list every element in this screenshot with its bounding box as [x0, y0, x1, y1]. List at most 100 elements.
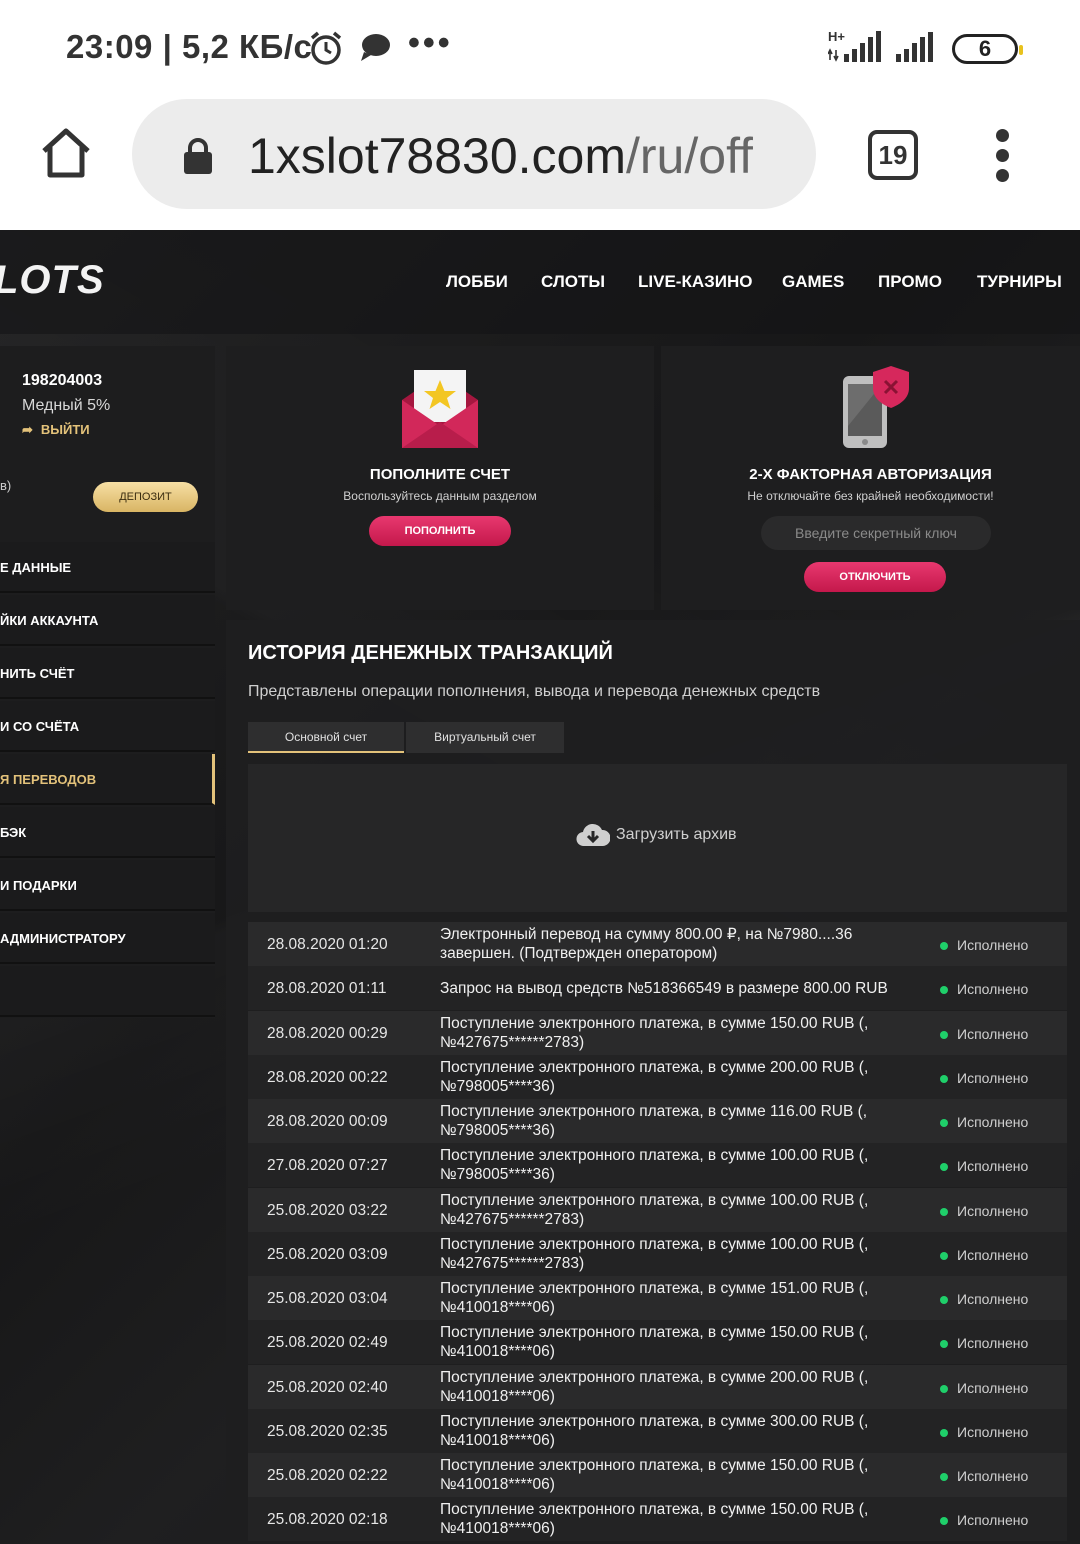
url-text[interactable]: 1xslot78830.com/ru/off	[248, 127, 753, 185]
row-date: 28.08.2020 00:09	[267, 1113, 388, 1130]
two-factor-title: 2-Х ФАКТОРНАЯ АВТОРИЗАЦИЯ	[749, 466, 992, 483]
row-date: 25.08.2020 02:22	[267, 1467, 388, 1484]
tab-virtual-account[interactable]: Виртуальный счет	[406, 722, 564, 753]
transaction-history-panel: ИСТОРИЯ ДЕНЕЖНЫХ ТРАНЗАКЦИЙ Представлены…	[226, 620, 1080, 1544]
sidebar-item-bonuses-gifts[interactable]: И ПОДАРКИ	[0, 860, 215, 911]
sidebar-item-contact-admin[interactable]: АДМИНИСТРАТОРУ	[0, 913, 215, 964]
envelope-star-icon	[402, 370, 478, 448]
table-row: 25.08.2020 02:18 Поступление электронного…	[248, 1497, 1067, 1542]
battery-icon: 6	[952, 34, 1023, 64]
row-date: 25.08.2020 02:35	[267, 1422, 388, 1440]
alarm-icon	[310, 31, 342, 65]
row-date: 28.08.2020 01:20	[267, 936, 388, 953]
browser-menu-icon[interactable]	[996, 129, 1010, 189]
two-factor-subtitle: Не отключайте без крайней необходимости!	[747, 489, 994, 503]
sidebar-item-transfer-history[interactable]: Я ПЕРЕВОДОВ	[0, 754, 215, 805]
status-dot-icon	[940, 1251, 948, 1260]
status-dot-icon	[940, 1384, 948, 1393]
row-status: Исполнено	[957, 981, 1029, 998]
status-dot-icon	[940, 1207, 948, 1216]
user-id: 198204003	[22, 372, 103, 389]
secret-key-input[interactable]	[761, 516, 991, 550]
status-bar: 23:09 | 5,2 КБ/с ••• H+ 6	[0, 0, 1080, 95]
table-row: 28.08.2020 00:29 Поступление электронного…	[248, 1010, 1067, 1055]
nav-slots[interactable]: СЛОТЫ	[541, 272, 605, 292]
table-row: 25.08.2020 03:04 Поступление электронного…	[248, 1276, 1067, 1320]
logout-link[interactable]: ➦ ВЫЙТИ	[22, 422, 90, 438]
table-row: 25.08.2020 03:22 Поступление электронного…	[248, 1187, 1067, 1232]
balance-fragment: в)	[0, 478, 12, 493]
row-description: Поступление электронного платежа, в сумм…	[440, 1058, 869, 1095]
table-row: 28.08.2020 01:11 Запрос на вывод средств …	[248, 966, 1067, 1011]
browser-toolbar: 1xslot78830.com/ru/off 19	[0, 95, 1080, 230]
nav-games[interactable]: GAMES	[782, 272, 844, 292]
lock-icon	[184, 138, 212, 174]
user-level: Медный 5%	[22, 397, 111, 414]
url-domain: 1xslot78830.com	[248, 128, 627, 184]
row-status: Исполнено	[957, 1291, 1029, 1307]
archive-label: Загрузить архив	[616, 826, 737, 844]
row-status: Исполнено	[957, 1379, 1029, 1396]
row-description: Запрос на вывод средств №518366549 в раз…	[440, 980, 888, 998]
status-dot-icon	[940, 1074, 948, 1083]
row-status: Исполнено	[957, 1025, 1029, 1042]
row-date: 25.08.2020 02:40	[267, 1378, 388, 1396]
chat-icon	[361, 34, 390, 61]
sidebar-item-account-settings[interactable]: ЙКИ АККАУНТА	[0, 595, 215, 646]
row-status: Исполнено	[957, 1114, 1029, 1130]
topup-button[interactable]: ПОПОЛНИТЬ	[369, 516, 511, 546]
row-date: 28.08.2020 00:22	[267, 1068, 388, 1086]
row-status: Исполнено	[957, 1158, 1029, 1175]
row-status: Исполнено	[957, 1512, 1029, 1529]
signal-icon: H+	[827, 28, 884, 69]
website: LOTS ЛОББИ СЛОТЫ LIVE-КАЗИНО GAMES ПРОМО…	[0, 230, 1080, 1544]
row-status: Исполнено	[957, 1069, 1029, 1086]
site-logo[interactable]: LOTS	[0, 258, 105, 303]
nav-live-casino[interactable]: LIVE-КАЗИНО	[638, 272, 752, 292]
table-row: 28.08.2020 00:09 Поступление электронного…	[248, 1099, 1067, 1143]
deposit-button[interactable]: ДЕПОЗИТ	[93, 482, 198, 512]
row-status: Исполнено	[957, 1202, 1029, 1219]
row-description: Поступление электронного платежа, в сумм…	[440, 1103, 868, 1139]
nav-tournaments[interactable]: ТУРНИРЫ	[977, 272, 1062, 292]
status-dot-icon	[940, 1473, 948, 1481]
home-icon[interactable]	[38, 125, 94, 181]
row-description: Поступление электронного платежа, в сумм…	[440, 1147, 869, 1184]
site-header: LOTS ЛОББИ СЛОТЫ LIVE-КАЗИНО GAMES ПРОМО…	[0, 230, 1080, 334]
more-notifications-icon: •••	[408, 24, 453, 62]
sidebar-item-withdraw[interactable]: И СО СЧЁТА	[0, 701, 215, 752]
tab-switcher-button[interactable]: 19	[868, 130, 918, 180]
row-description: Поступление электронного платежа, в сумм…	[440, 1324, 869, 1361]
sidebar-item-personal-data[interactable]: Е ДАННЫЕ	[0, 542, 215, 593]
sidebar-item-cashback[interactable]: БЭК	[0, 807, 215, 858]
tab-main-account[interactable]: Основной счет	[248, 722, 404, 753]
deposit-card: ПОПОЛНИТЕ СЧЕТ Воспользуйтесь данным раз…	[226, 346, 654, 610]
table-row: 25.08.2020 02:35 Поступление электронного…	[248, 1408, 1067, 1453]
row-date: 28.08.2020 00:29	[267, 1024, 388, 1042]
address-bar[interactable]: 1xslot78830.com/ru/off	[132, 99, 816, 209]
row-status: Исполнено	[957, 1246, 1029, 1263]
deposit-card-subtitle: Воспользуйтесь данным разделом	[343, 489, 537, 503]
archive-download-area[interactable]: Загрузить архив	[248, 764, 1067, 912]
table-row: 25.08.2020 02:40 Поступление электронного…	[248, 1364, 1067, 1409]
profile-sidebar: 198204003 Медный 5% ➦ ВЫЙТИ в) ДЕПОЗИТ Е …	[0, 346, 215, 1018]
nav-lobby[interactable]: ЛОББИ	[446, 272, 508, 292]
sidebar-item-deposit[interactable]: НИТЬ СЧЁТ	[0, 648, 215, 699]
status-dot-icon	[940, 986, 948, 995]
signal-icon-2	[896, 32, 938, 69]
table-row: 28.08.2020 00:22 Поступление электронного…	[248, 1054, 1067, 1099]
status-dot-icon	[940, 1428, 948, 1437]
two-factor-card: 2-Х ФАКТОРНАЯ АВТОРИЗАЦИЯ Не отключайте …	[661, 346, 1080, 610]
row-date: 25.08.2020 03:22	[267, 1201, 388, 1219]
archive-download-link[interactable]: Загрузить архив	[576, 822, 737, 848]
table-row: 25.08.2020 03:09 Поступление электронного…	[248, 1231, 1067, 1276]
sidebar-item-empty[interactable]	[0, 966, 215, 1017]
row-description: Поступление электронного платежа, в сумм…	[440, 1235, 869, 1272]
disable-2fa-button[interactable]: ОТКЛЮЧИТЬ	[804, 562, 946, 592]
nav-promo[interactable]: ПРОМО	[878, 272, 942, 292]
row-status: Исполнено	[957, 1423, 1029, 1440]
row-date: 27.08.2020 07:27	[267, 1157, 388, 1175]
logout-icon: ➦	[22, 422, 33, 437]
status-dot-icon	[940, 1296, 948, 1304]
status-dot-icon	[940, 1517, 948, 1526]
